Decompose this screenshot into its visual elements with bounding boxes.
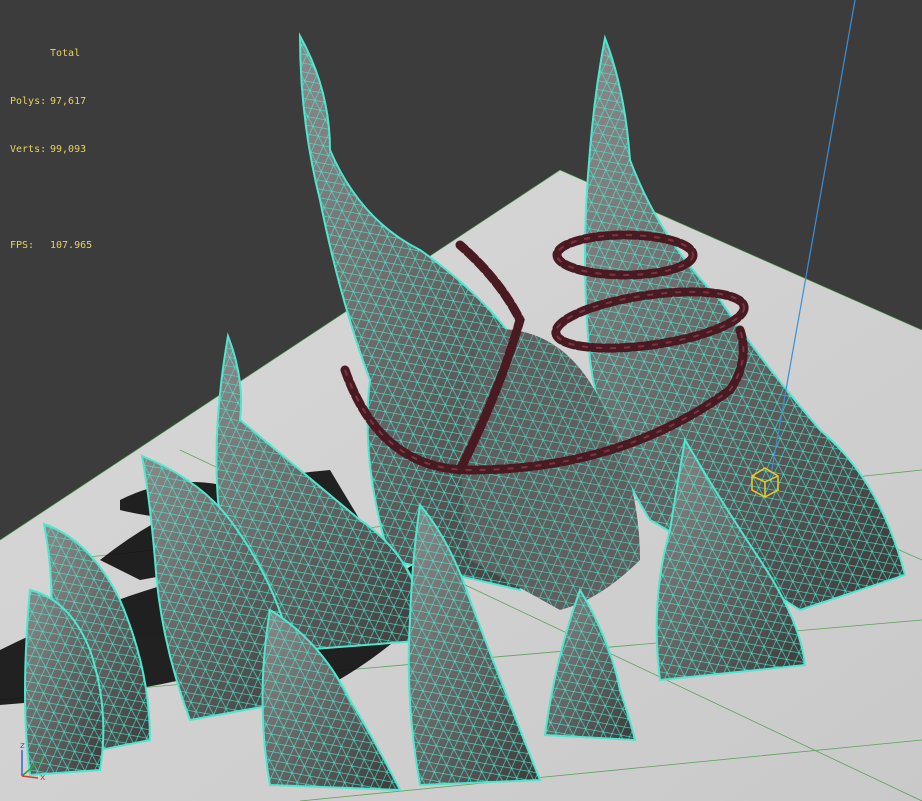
stats-spacer: [10, 190, 92, 206]
viewport-statistics: Total Polys: 97,617 Verts: 99,093 FPS: 1…: [10, 14, 92, 286]
verts-row: Verts: 99,093: [10, 142, 92, 158]
polys-value: 97,617: [50, 96, 87, 107]
axis-z-label: z: [20, 741, 25, 751]
scene-canvas[interactable]: z y x: [0, 0, 922, 801]
axis-x-label: x: [40, 773, 46, 783]
stats-header: Total: [50, 48, 81, 59]
polys-row: Polys: 97,617: [10, 94, 92, 110]
fps-value: 107.965: [50, 240, 93, 251]
fps-row: FPS: 107.965: [10, 238, 92, 254]
fps-label: FPS:: [10, 240, 35, 251]
polys-label: Polys:: [10, 96, 47, 107]
verts-value: 99,093: [50, 144, 87, 155]
axis-y-label: y: [38, 755, 44, 765]
verts-label: Verts:: [10, 144, 47, 155]
3d-viewport[interactable]: z y x Total Polys: 97,617 Verts: 99,093 …: [0, 0, 922, 801]
